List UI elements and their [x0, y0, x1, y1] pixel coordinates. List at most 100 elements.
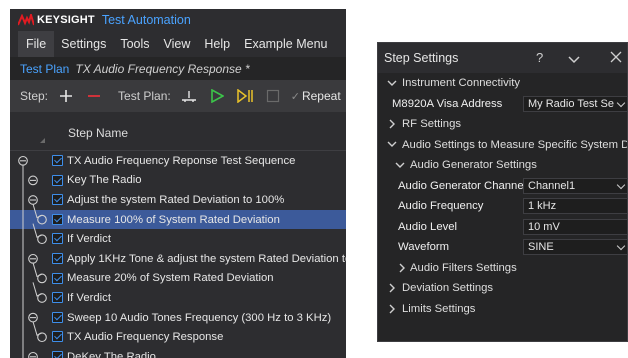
enabled-checkbox[interactable] — [52, 350, 63, 358]
section-audio-settings[interactable]: Audio Settings to Measure Specific Syste… — [378, 135, 627, 156]
step-name: If Verdict — [67, 233, 111, 246]
section-audio-filters[interactable]: Audio Filters Settings — [378, 258, 627, 279]
property-waveform: Waveform SINE — [378, 237, 627, 258]
step-name: Measure 100% of System Rated Deviation — [67, 213, 280, 226]
stop-checkbox-icon[interactable] — [263, 86, 283, 106]
expanded-chevron-icon — [386, 77, 398, 89]
section-rf-settings[interactable]: RF Settings — [378, 114, 627, 135]
menu-settings[interactable]: Settings — [54, 31, 113, 57]
step-name: Adjust the system Rated Deviation to 100… — [67, 193, 285, 206]
skip-icon[interactable] — [235, 86, 255, 106]
menu-bar: File Settings Tools View Help Example Me… — [10, 31, 346, 57]
step-name: Measure 20% of System Rated Deviation — [67, 272, 274, 285]
table-row[interactable]: Measure 100% of System Rated Deviation — [10, 209, 346, 230]
table-row[interactable]: Adjust the system Rated Deviation to 100… — [10, 190, 346, 210]
enabled-checkbox[interactable] — [52, 174, 63, 186]
step-name: TX Audio Frequency Reponse Test Sequence — [67, 154, 296, 167]
menu-example[interactable]: Example Menu — [237, 31, 334, 57]
step-name: If Verdict — [67, 291, 111, 304]
section-label: Limits Settings — [402, 302, 476, 315]
waveform-dropdown[interactable]: SINE — [523, 239, 627, 255]
property-label: Audio Generator Channel — [398, 179, 527, 192]
expanded-chevron-icon — [386, 139, 398, 151]
section-audio-generator[interactable]: Audio Generator Settings — [378, 155, 627, 176]
visa-address-dropdown[interactable]: My Radio Test Se — [523, 95, 627, 112]
frequency-input[interactable]: 1 kHz — [523, 198, 627, 214]
step-name: TX Audio Frequency Response — [67, 331, 224, 344]
level-input[interactable]: 10 mV — [523, 218, 627, 235]
table-row[interactable]: TX Audio Frequency Reponse Test Sequence — [10, 151, 346, 171]
sort-indicator-icon — [40, 138, 45, 143]
close-icon[interactable] — [610, 51, 622, 66]
step-settings-header: Step Settings ? — [378, 43, 627, 73]
collapsed-chevron-icon — [386, 118, 398, 130]
collapsed-chevron-icon — [386, 282, 398, 294]
align-icon[interactable] — [179, 86, 199, 106]
repeat-check-icon[interactable]: ✓ — [291, 90, 300, 103]
property-audio-frequency: Audio Frequency 1 kHz — [378, 196, 627, 217]
property-label: Audio Level — [398, 220, 458, 233]
enabled-checkbox[interactable] — [52, 233, 63, 245]
keysight-logo: KEYSIGHT — [18, 14, 95, 26]
remove-icon[interactable] — [84, 86, 104, 106]
property-label: M8920A Visa Address — [392, 97, 503, 110]
collapsed-chevron-icon — [396, 262, 408, 274]
step-name: Apply 1KHz Tone & adjust the system Rate… — [67, 252, 346, 265]
test-automation-window: KEYSIGHT Test Automation File Settings T… — [10, 9, 346, 358]
grid-header: Step Name — [10, 112, 346, 151]
table-row[interactable]: DeKey The Radio — [10, 347, 346, 358]
property-generator-channel: Audio Generator Channel Channel1 — [378, 176, 627, 197]
section-label: RF Settings — [402, 118, 462, 131]
table-row[interactable]: Measure 20% of System Rated Deviation — [10, 269, 346, 289]
test-plan-tab[interactable]: Test Plan TX Audio Frequency Response * — [10, 57, 346, 80]
menu-file[interactable]: File — [18, 31, 55, 57]
enabled-checkbox[interactable] — [52, 213, 63, 225]
enabled-checkbox[interactable] — [52, 194, 63, 206]
menu-help[interactable]: Help — [197, 31, 237, 57]
title-bar: KEYSIGHT Test Automation — [10, 9, 346, 31]
add-icon[interactable] — [56, 86, 76, 106]
column-step-name[interactable]: Step Name — [68, 126, 128, 140]
plan-name: TX Audio Frequency Response * — [75, 61, 250, 76]
property-label: Waveform — [398, 241, 450, 254]
run-icon[interactable] — [207, 86, 227, 106]
enabled-checkbox[interactable] — [52, 292, 63, 304]
table-row[interactable]: If Verdict — [10, 229, 346, 249]
table-row[interactable]: If Verdict — [10, 288, 346, 308]
menu-tools[interactable]: Tools — [113, 31, 156, 57]
channel-dropdown[interactable]: Channel1 — [523, 177, 627, 194]
enabled-checkbox[interactable] — [52, 155, 63, 166]
settings-grid: Instrument Connectivity M8920A Visa Addr… — [378, 73, 627, 341]
help-icon[interactable]: ? — [536, 50, 543, 65]
chevron-down-icon[interactable] — [568, 52, 580, 67]
section-limits[interactable]: Limits Settings — [378, 299, 627, 320]
step-tree: TX Audio Frequency Reponse Test Sequence… — [10, 151, 346, 358]
property-visa-address: M8920A Visa Address My Radio Test Se — [378, 94, 627, 115]
toolbar: Step: Test Plan: ✓ Repeat — [10, 80, 346, 112]
enabled-checkbox[interactable] — [52, 331, 63, 343]
table-row[interactable]: Key The Radio — [10, 171, 346, 191]
table-row[interactable]: Sweep 10 Audio Tones Frequency (300 Hz t… — [10, 308, 346, 328]
enabled-checkbox[interactable] — [52, 311, 63, 323]
step-name: Key The Radio — [67, 174, 142, 187]
repeat-label: Repeat — [301, 89, 341, 103]
test-plan-label: Test Plan — [20, 61, 70, 76]
menu-view[interactable]: View — [157, 31, 198, 57]
collapsed-chevron-icon — [386, 303, 398, 315]
property-label: Audio Frequency — [398, 200, 484, 213]
brand-name: KEYSIGHT — [37, 14, 95, 26]
step-settings-panel: Step Settings ? Instrument Connectivity … — [377, 42, 628, 342]
test-plan-toolbar-label: Test Plan: — [118, 89, 171, 103]
section-deviation[interactable]: Deviation Settings — [378, 278, 627, 299]
enabled-checkbox[interactable] — [52, 272, 63, 284]
table-row[interactable]: TX Audio Frequency Response — [10, 327, 346, 347]
section-instrument-connectivity[interactable]: Instrument Connectivity — [378, 73, 627, 94]
enabled-checkbox[interactable] — [52, 252, 63, 264]
step-name: Sweep 10 Audio Tones Frequency (300 Hz t… — [67, 311, 332, 324]
section-label: Instrument Connectivity — [402, 77, 521, 90]
keysight-wave-icon — [18, 14, 34, 26]
section-label: Audio Filters Settings — [410, 261, 517, 274]
step-settings-title: Step Settings — [384, 51, 459, 65]
step-name: DeKey The Radio — [67, 350, 156, 358]
table-row[interactable]: Apply 1KHz Tone & adjust the system Rate… — [10, 249, 346, 269]
